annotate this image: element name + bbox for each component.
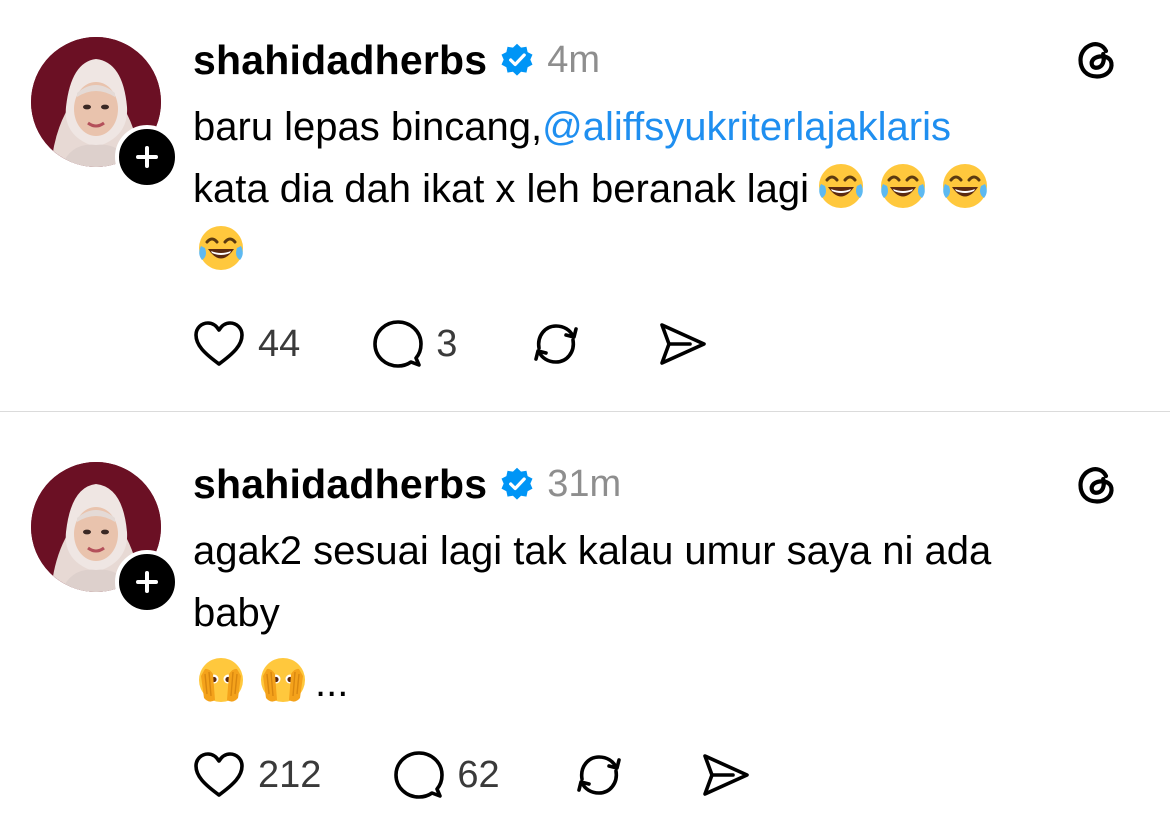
like-count: 44 <box>258 322 301 365</box>
post-text-plain: baru lepas bincang, <box>193 105 543 149</box>
face-with-tears-of-joy-icon <box>818 164 863 208</box>
follow-button[interactable] <box>115 550 179 614</box>
reply-button[interactable]: 3 <box>372 318 457 370</box>
post-actions: 212 62 <box>192 749 752 801</box>
repost-button[interactable] <box>529 318 583 370</box>
post-text-line: agak2 sesuai lagi tak kalau umur saya ni… <box>193 529 992 573</box>
share-button[interactable] <box>698 751 752 799</box>
plus-icon <box>136 146 158 168</box>
post-text-line: kata dia dah ikat x leh beranak lagi <box>193 158 1133 220</box>
repost-icon <box>534 324 579 364</box>
repost-icon <box>576 755 621 795</box>
share-icon <box>660 323 707 365</box>
like-button[interactable]: 212 <box>192 750 321 800</box>
face-with-tears-of-joy-icon <box>880 164 925 208</box>
verified-badge-icon <box>501 467 533 500</box>
timestamp: 31m <box>547 462 622 505</box>
avatar[interactable] <box>31 462 179 614</box>
comment-icon <box>394 751 445 799</box>
post-header: shahidadherbs 4m <box>193 36 600 84</box>
post-text-plain: kata dia dah ikat x leh beranak lagi <box>193 167 809 211</box>
username[interactable]: shahidadherbs <box>193 37 487 84</box>
face-with-open-eyes-and-hand-over-mouth-icon <box>199 658 243 702</box>
post-header: shahidadherbs 31m <box>193 460 621 508</box>
heart-icon <box>194 321 244 366</box>
plus-icon <box>136 571 158 593</box>
comment-icon <box>373 320 424 368</box>
follow-button[interactable] <box>115 125 179 189</box>
share-icon <box>702 754 749 796</box>
post-text-line: baby <box>193 591 280 635</box>
verified-badge-icon <box>501 43 533 76</box>
share-button[interactable] <box>655 320 709 368</box>
timestamp: 4m <box>547 38 601 81</box>
post-actions: 44 3 <box>192 318 709 370</box>
face-with-tears-of-joy-icon <box>942 164 987 208</box>
post-text-line: baru lepas bincang,@aliffsyukriterlajakl… <box>193 96 1133 158</box>
reply-button[interactable]: 62 <box>393 749 500 801</box>
repost-button[interactable] <box>572 749 626 801</box>
threads-logo-icon[interactable] <box>1074 462 1120 508</box>
username[interactable]: shahidadherbs <box>193 461 487 508</box>
like-button[interactable]: 44 <box>192 319 300 369</box>
post-text: agak2 sesuai lagi tak kalau umur saya ni… <box>193 520 1133 714</box>
post-text: baru lepas bincang,@aliffsyukriterlajakl… <box>193 96 1133 282</box>
like-count: 212 <box>258 753 322 796</box>
post-text-line <box>193 220 1133 282</box>
post-text-line: ... <box>193 652 1133 714</box>
mention-link[interactable]: @aliffsyukriterlajaklaris <box>542 105 951 149</box>
face-with-open-eyes-and-hand-over-mouth-icon <box>261 658 305 702</box>
post-text-plain: ... <box>315 661 349 705</box>
reply-count: 62 <box>457 753 500 796</box>
avatar[interactable] <box>31 37 179 189</box>
face-with-tears-of-joy-icon <box>199 226 243 270</box>
thread-post: shahidadherbs 31m agak2 sesuai lagi tak … <box>0 412 1170 837</box>
heart-icon <box>194 752 244 797</box>
thread-post: shahidadherbs 4m baru lepas bincang,@ali… <box>0 0 1170 411</box>
reply-count: 3 <box>436 322 458 365</box>
threads-logo-icon[interactable] <box>1074 37 1120 83</box>
